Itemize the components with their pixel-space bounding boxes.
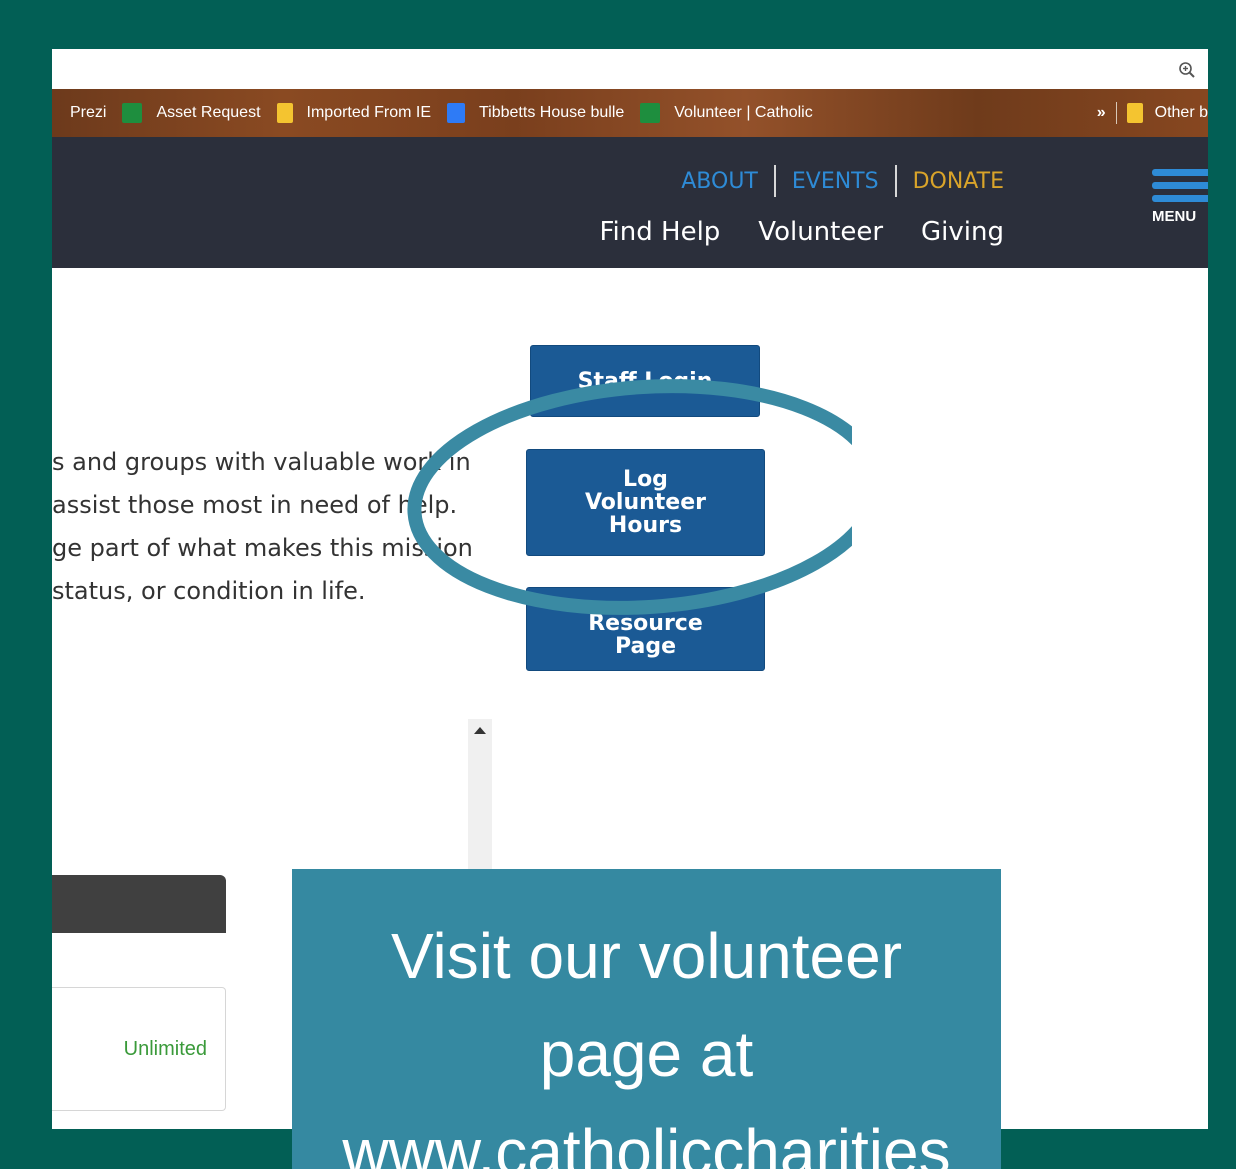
docs-icon <box>447 103 465 123</box>
folder-icon <box>1126 103 1143 123</box>
bookmark-label: Volunteer | Catholic <box>674 104 813 121</box>
bookmark-label: Asset Request <box>156 104 261 121</box>
scroll-up-arrow-icon[interactable] <box>474 727 486 734</box>
status-text: Unlimited <box>123 1038 207 1060</box>
about-link[interactable]: ABOUT <box>681 169 758 194</box>
intro-line: status, or condition in life. <box>52 577 366 605</box>
staff-login-button[interactable]: Staff Login <box>530 345 760 417</box>
sheets-icon <box>640 103 661 123</box>
log-volunteer-hours-button[interactable]: Log Volunteer Hours <box>526 449 765 556</box>
bookmark-volunteer-catholic[interactable]: Volunteer | Catholic <box>640 103 813 123</box>
menu-button[interactable]: MENU <box>1152 169 1208 225</box>
bookmark-asset-request[interactable]: Asset Request <box>122 103 261 123</box>
widget-header <box>52 875 226 933</box>
sheets-icon <box>122 103 143 123</box>
callout-line: www.catholiccharities <box>342 1116 951 1169</box>
bookmark-tibbetts-house[interactable]: Tibbetts House bulle <box>447 103 624 123</box>
intro-line: ge part of what makes this mission <box>52 534 473 562</box>
log-hours-label-line: Volunteer <box>584 490 706 515</box>
intro-line: s and groups with valuable work in <box>52 448 471 476</box>
nav-giving[interactable]: Giving <box>921 217 1004 247</box>
nav-divider <box>894 165 897 197</box>
events-link[interactable]: EVENTS <box>792 169 879 194</box>
resource-label-line: Resource <box>588 611 703 636</box>
resource-page-button[interactable]: Resource Page <box>526 587 765 671</box>
utility-nav: ABOUT EVENTS DONATE <box>681 165 1004 197</box>
bookmark-imported-from-ie[interactable]: Imported From IE <box>276 103 431 123</box>
zoom-icon[interactable] <box>1178 61 1196 79</box>
resource-label-line: Page <box>614 634 677 659</box>
intro-line: assist those most in need of help. <box>52 491 458 519</box>
callout-banner: Visit our volunteer page at www.catholic… <box>292 869 1001 1169</box>
bookmark-label: Tibbetts House bulle <box>479 104 625 121</box>
bookmarks-divider <box>1115 102 1117 124</box>
bookmark-prezi[interactable]: Prezi <box>70 104 106 122</box>
nav-find-help[interactable]: Find Help <box>599 217 720 247</box>
staff-login-label: Staff Login <box>577 368 713 394</box>
address-bar-strip <box>52 49 1208 89</box>
bookmark-label: Imported From IE <box>306 104 431 121</box>
scrollbar[interactable] <box>468 719 492 879</box>
callout-line: Visit our volunteer <box>390 920 903 992</box>
site-header: ABOUT EVENTS DONATE Find Help Volunteer … <box>52 137 1208 268</box>
nav-volunteer[interactable]: Volunteer <box>758 217 883 247</box>
menu-label: MENU <box>1152 208 1197 225</box>
bookmarks-bar: Prezi Asset Request Imported From IE Tib… <box>52 89 1208 137</box>
other-bookmarks[interactable]: Other b <box>1155 104 1208 122</box>
nav-divider <box>773 165 776 197</box>
log-hours-label-line: Log <box>623 467 668 492</box>
bookmarks-overflow-chevron[interactable]: » <box>1097 104 1106 122</box>
hamburger-icon <box>1152 169 1208 202</box>
bookmarks-overflow: » Other b <box>1097 89 1208 137</box>
log-hours-label-line: Hours <box>608 513 683 538</box>
folder-icon <box>276 103 293 123</box>
callout-line: page at <box>539 1018 754 1090</box>
donate-link[interactable]: DONATE <box>913 169 1004 194</box>
widget-card: Unlimited <box>52 987 226 1111</box>
bookmark-label: Prezi <box>70 104 107 121</box>
intro-text: s and groups with valuable work in assis… <box>52 441 473 613</box>
main-nav: Find Help Volunteer Giving <box>561 217 1004 247</box>
